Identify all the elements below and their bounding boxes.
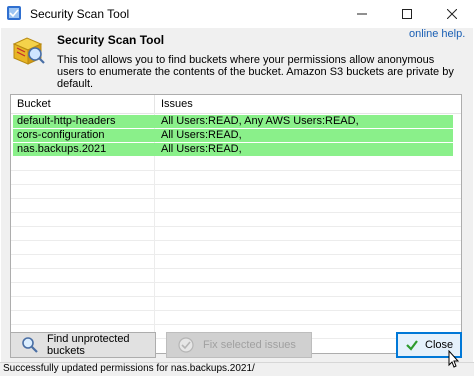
column-header-bucket[interactable]: Bucket — [17, 98, 51, 110]
bucket-cell: default-http-headers — [17, 115, 116, 127]
status-message: Successfully updated permissions for nas… — [3, 363, 255, 374]
list-header: Bucket Issues — [11, 95, 461, 114]
bucket-issues-list[interactable]: Bucket Issues default-http-headers All U… — [10, 94, 462, 354]
minimize-icon — [356, 13, 367, 15]
column-header-issues[interactable]: Issues — [161, 98, 193, 110]
dialog-description: This tool allows you to find buckets whe… — [57, 54, 454, 90]
bucket-cell: nas.backups.2021 — [17, 143, 107, 155]
issues-cell: All Users:READ, — [161, 129, 242, 141]
app-icon — [6, 5, 22, 21]
dialog-client: Security Scan Tool online help. This too… — [1, 28, 473, 366]
find-unprotected-buckets-button[interactable]: Find unprotected buckets — [10, 332, 156, 358]
bucket-cell: cors-configuration — [17, 129, 105, 141]
close-window-button[interactable] — [429, 0, 474, 28]
table-row[interactable]: default-http-headers All Users:READ, Any… — [13, 115, 453, 128]
title-bar[interactable]: Security Scan Tool — [0, 0, 474, 28]
mouse-cursor-icon — [448, 349, 460, 371]
fix-button-label: Fix selected issues — [203, 339, 296, 351]
status-bar: Successfully updated permissions for nas… — [0, 362, 474, 376]
window-title: Security Scan Tool — [30, 7, 130, 21]
online-help-link[interactable]: online help. — [409, 28, 465, 40]
close-icon — [446, 9, 457, 19]
magnifier-icon — [21, 336, 39, 354]
checkmark-circle-icon — [177, 336, 195, 354]
find-button-label: Find unprotected buckets — [47, 333, 130, 357]
maximize-icon — [401, 9, 412, 19]
maximize-button[interactable] — [384, 0, 429, 28]
dialog-heading: Security Scan Tool — [57, 33, 165, 47]
minimize-button[interactable] — [339, 0, 384, 28]
table-row[interactable]: cors-configuration All Users:READ, — [13, 129, 453, 142]
issues-cell: All Users:READ, — [161, 143, 242, 155]
check-icon — [405, 338, 419, 352]
security-scan-icon — [11, 34, 45, 68]
table-row[interactable]: nas.backups.2021 All Users:READ, — [13, 143, 453, 156]
fix-selected-issues-button[interactable]: Fix selected issues — [166, 332, 312, 358]
issues-cell: All Users:READ, Any AWS Users:READ, — [161, 115, 359, 127]
